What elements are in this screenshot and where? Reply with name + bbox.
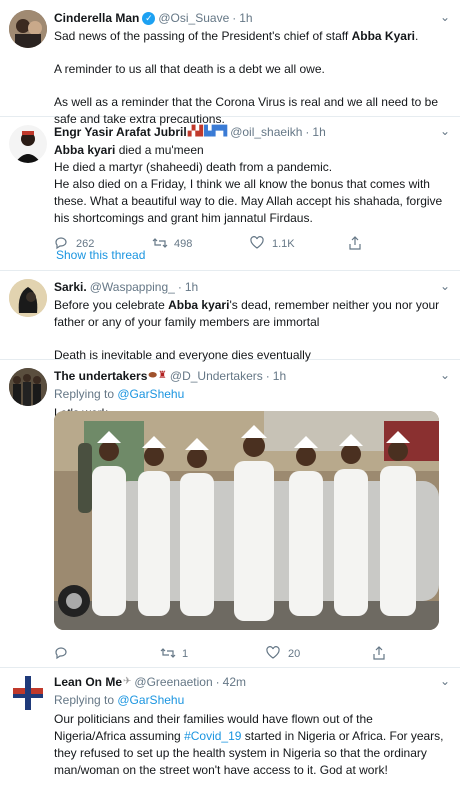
tweet[interactable]: The undertakers ⬬ ♜ @D_Undertakers · 1h … <box>0 360 460 668</box>
handle[interactable]: @D_Undertakers <box>170 368 263 384</box>
tweet-text: Our politicians and their families would… <box>54 712 444 777</box>
like-button[interactable]: 20 <box>266 645 372 663</box>
reply-button[interactable]: 262 <box>54 236 152 253</box>
caret-down-icon[interactable]: ⌄ <box>440 674 450 688</box>
share-button[interactable] <box>348 235 446 253</box>
tweet-header: Sarki. @Waspapping_ · 1h <box>54 271 446 295</box>
verified-icon: ✓ <box>142 11 156 25</box>
tweet-actions: 1 20 <box>54 642 460 666</box>
avatar[interactable] <box>9 674 47 712</box>
mention-link[interactable]: @GarShehu <box>117 387 184 401</box>
share-icon <box>348 235 364 253</box>
share-icon <box>372 645 388 663</box>
guard-emoji-icon: ♜ <box>157 370 167 381</box>
retweet-button[interactable]: 498 <box>152 236 250 253</box>
retweet-count: 498 <box>174 238 193 250</box>
timestamp[interactable]: 42m <box>223 674 246 690</box>
retweet-icon <box>152 236 168 253</box>
tweet-actions: 262 498 1.1K <box>54 232 446 256</box>
tweet-header: The undertakers ⬬ ♜ @D_Undertakers · 1h <box>54 360 446 384</box>
pallbearers-photo <box>54 411 439 630</box>
separator-dot: · <box>177 280 182 294</box>
tweet-text: Sad news of the passing of the President… <box>54 29 438 126</box>
avatar-image <box>9 279 47 317</box>
share-button[interactable] <box>372 645 460 663</box>
tweet-text: Abba kyari died a mu'meen He died a mart… <box>54 143 443 225</box>
caret-down-icon[interactable]: ⌄ <box>440 368 450 382</box>
avatar[interactable] <box>9 125 47 163</box>
replying-to: Replying to @GarShehu <box>54 387 185 401</box>
display-name[interactable]: Cinderella Man <box>54 10 139 26</box>
coffin-emoji-icon: ⬬ <box>148 370 157 381</box>
buildings-emoji-icon: ▙▛▜ <box>204 126 228 137</box>
handle[interactable]: @Osi_Suave <box>158 10 229 26</box>
dove-emoji-icon: ✈ <box>123 676 132 687</box>
avatar[interactable] <box>9 10 47 48</box>
reply-button[interactable] <box>54 646 160 663</box>
like-count: 20 <box>288 648 301 660</box>
like-button[interactable]: 1.1K <box>250 235 348 253</box>
avatar-image <box>9 674 47 712</box>
handle[interactable]: @oil_shaeikh <box>230 124 302 140</box>
tweet-header: Cinderella Man ✓ @Osi_Suave · 1h <box>54 0 446 26</box>
flag-emoji-icon: ▞▟ <box>187 126 204 137</box>
reply-icon <box>54 646 70 663</box>
handle[interactable]: @Waspapping_ <box>90 279 175 295</box>
retweet-button[interactable]: 1 <box>160 646 266 663</box>
avatar[interactable] <box>9 279 47 317</box>
timestamp[interactable]: 1h <box>273 368 286 384</box>
avatar-image <box>9 125 47 163</box>
tweet-text: Before you celebrate Abba kyari's dead, … <box>54 298 440 362</box>
timestamp[interactable]: 1h <box>312 124 325 140</box>
tweet[interactable]: Engr Yasir Arafat Jubril ▞▟ ▙▛▜ @oil_sha… <box>0 117 460 250</box>
timestamp[interactable]: 1h <box>239 10 252 26</box>
handle[interactable]: @Greenaetion <box>134 674 212 690</box>
like-count: 1.1K <box>272 238 295 250</box>
caret-down-icon[interactable]: ⌄ <box>440 279 450 293</box>
avatar-image <box>9 368 47 406</box>
separator-dot: · <box>265 369 270 383</box>
avatar-image <box>9 10 47 48</box>
tweet-header: Engr Yasir Arafat Jubril ▞▟ ▙▛▜ @oil_sha… <box>54 117 446 140</box>
retweet-count: 1 <box>182 648 189 660</box>
separator-dot: · <box>215 675 220 689</box>
display-name[interactable]: Engr Yasir Arafat Jubril <box>54 124 187 140</box>
reply-count: 262 <box>76 238 95 250</box>
tweet[interactable]: Lean On Me ✈ @Greenaetion · 42m ⌄ Replyi… <box>0 668 460 788</box>
avatar[interactable] <box>9 368 47 406</box>
reply-icon <box>54 236 70 253</box>
display-name[interactable]: The undertakers <box>54 368 147 384</box>
bold-name: Abba Kyari <box>351 29 415 43</box>
bold-name: Abba kyari <box>168 298 230 312</box>
separator-dot: · <box>305 125 310 139</box>
hashtag-link[interactable]: #Covid_19 <box>184 729 241 743</box>
like-icon <box>266 645 282 663</box>
display-name[interactable]: Sarki. <box>54 279 87 295</box>
tweet-photo[interactable] <box>54 411 439 630</box>
bold-name: Abba kyari <box>54 143 116 157</box>
tweet[interactable]: Cinderella Man ✓ @Osi_Suave · 1h ⌄ Sad n… <box>0 0 460 126</box>
display-name[interactable]: Lean On Me <box>54 674 122 690</box>
timestamp[interactable]: 1h <box>185 279 198 295</box>
tweet[interactable]: Sarki. @Waspapping_ · 1h ⌄ Before you ce… <box>0 271 460 362</box>
replying-to: Replying to @GarShehu <box>54 693 185 707</box>
mention-link[interactable]: @GarShehu <box>117 693 184 707</box>
caret-down-icon[interactable]: ⌄ <box>440 10 450 24</box>
retweet-icon <box>160 646 176 663</box>
like-icon <box>250 235 266 253</box>
caret-down-icon[interactable]: ⌄ <box>440 124 450 138</box>
tweet-header: Lean On Me ✈ @Greenaetion · 42m <box>54 668 446 690</box>
separator-dot: · <box>232 11 237 25</box>
